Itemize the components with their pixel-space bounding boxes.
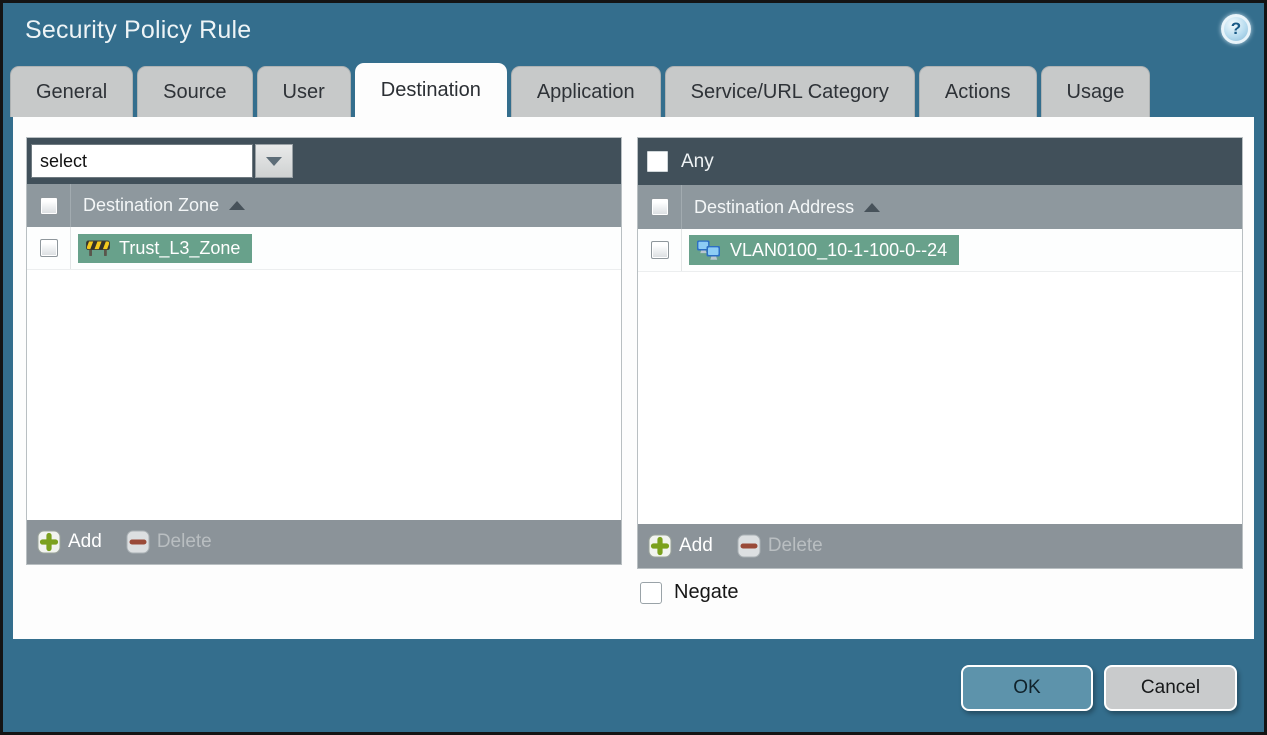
sort-ascending-icon	[229, 201, 246, 210]
address-select-all-checkbox[interactable]	[650, 198, 669, 216]
zone-column-header[interactable]: Destination Zone	[27, 184, 621, 227]
cancel-button[interactable]: Cancel	[1104, 665, 1237, 711]
add-plus-icon	[648, 534, 672, 558]
tab-general[interactable]: General	[10, 66, 134, 117]
ok-button[interactable]: OK	[961, 665, 1093, 711]
tab-source[interactable]: Source	[137, 66, 253, 117]
tab-service-url-category[interactable]: Service/URL Category	[664, 66, 915, 117]
any-label: Any	[681, 150, 714, 172]
row-checkbox-cell	[638, 229, 682, 271]
help-icon[interactable]: ?	[1221, 14, 1251, 44]
any-bar: Any	[638, 138, 1242, 185]
delete-zone-button[interactable]: Delete	[126, 530, 212, 554]
security-policy-rule-dialog: Security Policy Rule ? General Source Us…	[0, 0, 1267, 735]
tab-usage[interactable]: Usage	[1040, 66, 1151, 117]
zone-panel-footer: Add Delete	[27, 520, 621, 564]
dialog-title: Security Policy Rule	[25, 16, 252, 44]
destination-zone-panel: Destination Zone	[26, 137, 622, 565]
tab-bar: General Source User Destination Applicat…	[10, 63, 1151, 117]
zone-select-dropdown	[31, 144, 293, 178]
zone-value-chip[interactable]: Trust_L3_Zone	[78, 233, 253, 263]
zone-list: Trust_L3_Zone	[27, 227, 621, 520]
network-address-icon	[697, 240, 720, 260]
zone-select-input[interactable]	[31, 144, 253, 178]
sort-ascending-icon	[864, 202, 881, 212]
address-panel-footer: Add Delete	[638, 524, 1242, 568]
zone-row-label: Trust_L3_Zone	[119, 237, 241, 258]
delete-minus-icon	[126, 530, 150, 554]
zone-row-checkbox[interactable]	[39, 239, 58, 257]
add-plus-icon	[37, 530, 61, 554]
destination-address-panel: Any Destination Address VLAN0100_10-1-10…	[637, 137, 1243, 569]
add-zone-button[interactable]: Add	[37, 530, 102, 554]
address-value-chip[interactable]: VLAN0100_10-1-100-0--24	[689, 235, 960, 265]
table-row[interactable]: VLAN0100_10-1-100-0--24	[638, 229, 1242, 272]
zone-select-dropdown-button[interactable]	[255, 144, 293, 178]
address-row-checkbox[interactable]	[650, 241, 669, 259]
tab-destination[interactable]: Destination	[354, 63, 507, 117]
tab-user[interactable]: User	[256, 66, 351, 117]
chevron-down-icon	[266, 156, 282, 166]
add-zone-label: Add	[68, 531, 102, 552]
delete-address-button[interactable]: Delete	[737, 534, 823, 558]
negate-checkbox[interactable]	[640, 581, 662, 604]
address-column-header[interactable]: Destination Address	[638, 185, 1242, 229]
add-address-button[interactable]: Add	[648, 534, 713, 558]
add-address-label: Add	[679, 535, 713, 556]
delete-zone-label: Delete	[156, 531, 212, 552]
address-list: VLAN0100_10-1-100-0--24	[638, 229, 1242, 524]
address-row-label: VLAN0100_10-1-100-0--24	[730, 239, 948, 260]
table-row[interactable]: Trust_L3_Zone	[27, 227, 621, 270]
any-checkbox[interactable]	[647, 151, 668, 172]
zone-icon	[86, 240, 110, 256]
address-header-checkbox-cell	[638, 185, 682, 229]
tab-content-destination: Destination Zone	[13, 117, 1254, 639]
delete-address-label: Delete	[767, 535, 823, 556]
tab-actions[interactable]: Actions	[918, 66, 1037, 117]
zone-filter-bar	[27, 138, 621, 184]
delete-minus-icon	[737, 534, 761, 558]
zone-column-header-label: Destination Zone	[83, 195, 220, 215]
zone-header-checkbox-cell	[27, 184, 71, 227]
negate-label: Negate	[674, 581, 739, 603]
zone-select-all-checkbox[interactable]	[39, 196, 58, 215]
negate-option: Negate	[640, 581, 739, 604]
tab-application[interactable]: Application	[510, 66, 661, 117]
address-column-header-label: Destination Address	[694, 196, 855, 217]
row-checkbox-cell	[27, 227, 71, 269]
